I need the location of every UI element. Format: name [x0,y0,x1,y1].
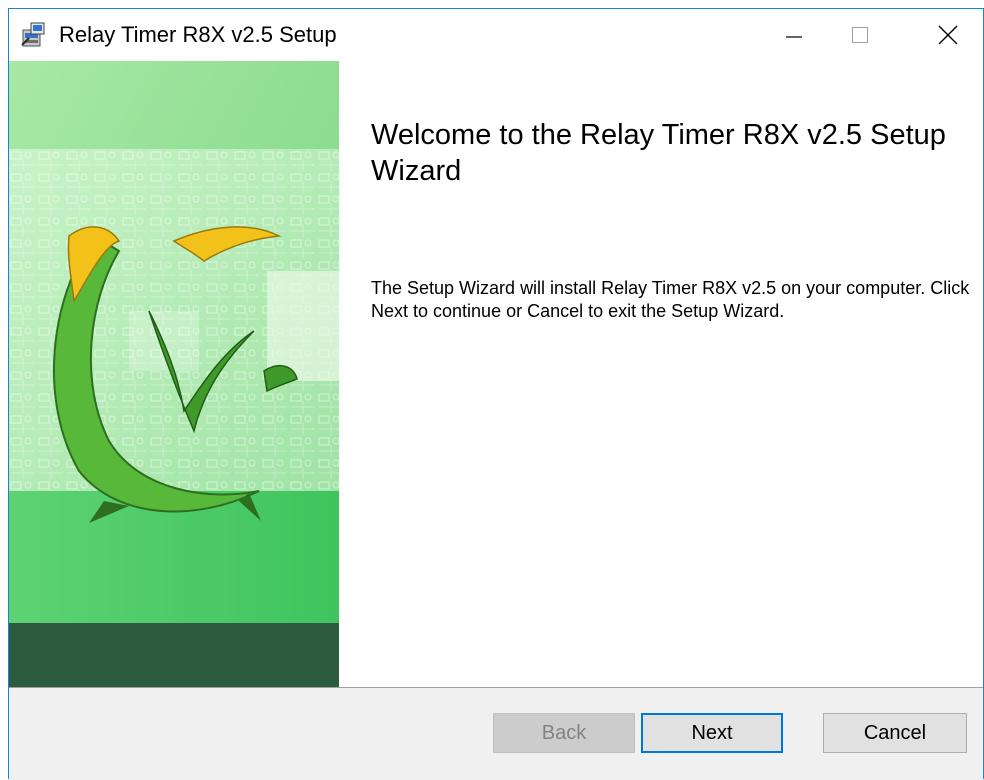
minimize-icon [786,36,802,38]
close-button[interactable] [917,9,979,61]
welcome-panel: Welcome to the Relay Timer R8X v2.5 Setu… [339,61,983,687]
title-bar[interactable]: Relay Timer R8X v2.5 Setup [9,9,983,61]
welcome-description: The Setup Wizard will install Relay Time… [371,278,970,321]
minimize-button[interactable] [763,9,825,61]
close-icon [938,25,958,45]
welcome-heading: Welcome to the Relay Timer R8X v2.5 Setu… [371,119,946,187]
installer-icon [19,21,47,49]
wizard-banner-image [9,61,339,687]
back-button[interactable]: Back [493,713,635,753]
maximize-icon [852,27,868,43]
button-bar: Back Next Cancel [9,688,983,780]
next-button[interactable]: Next [641,713,783,753]
window-title: Relay Timer R8X v2.5 Setup [59,22,337,47]
cancel-button[interactable]: Cancel [823,713,967,753]
maximize-button[interactable] [829,9,891,61]
setup-window: Relay Timer R8X v2.5 Setup Welcome to th… [8,8,984,780]
